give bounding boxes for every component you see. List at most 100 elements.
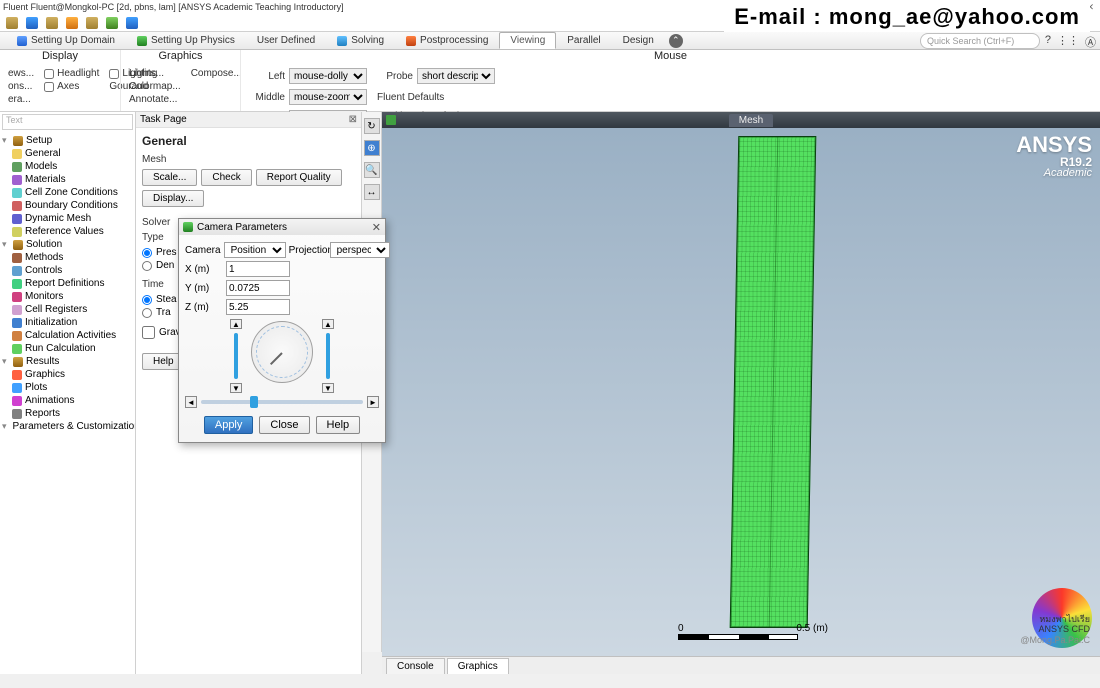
z-field[interactable]	[226, 299, 290, 315]
tree-dynamic-mesh[interactable]: Dynamic Mesh	[2, 212, 133, 225]
y-field[interactable]	[226, 280, 290, 296]
display-group-title: Display	[0, 50, 120, 62]
up-arrow-icon[interactable]: ▲	[322, 319, 334, 329]
grid-icon[interactable]	[106, 17, 118, 29]
tree-reference-values[interactable]: Reference Values	[2, 225, 133, 238]
down-arrow-icon[interactable]: ▼	[322, 383, 334, 393]
tree-cell-zone-conditions[interactable]: Cell Zone Conditions	[2, 186, 133, 199]
tree-initialization[interactable]: Initialization	[2, 316, 133, 329]
dialog-title: Camera Parameters	[197, 222, 287, 233]
tree-parameters-customization[interactable]: ▾Parameters & Customization	[2, 420, 133, 433]
dialog-close-icon[interactable]: ✕	[372, 221, 381, 234]
compose-link[interactable]: Compose...	[191, 68, 242, 79]
email-overlay: E-mail : mong_ae@yahoo.com	[724, 2, 1090, 32]
dialog-help-button[interactable]: Help	[316, 416, 361, 434]
options-link[interactable]: ons...	[8, 81, 34, 92]
tree-models[interactable]: Models	[2, 160, 133, 173]
camera-select[interactable]: Position	[224, 242, 286, 258]
mesh-icon	[386, 115, 396, 125]
left-arrow-icon[interactable]: ◄	[185, 396, 197, 408]
rotate-icon[interactable]: ↻	[364, 118, 380, 134]
prefs-icon[interactable]: ⋮⋮	[1057, 34, 1079, 50]
tree-controls[interactable]: Controls	[2, 264, 133, 277]
tree-solution[interactable]: ▾Solution	[2, 238, 133, 251]
tree-run-calculation[interactable]: Run Calculation	[2, 342, 133, 355]
collapse-ribbon-icon[interactable]: ⌃	[669, 34, 683, 48]
display-button[interactable]: Display...	[142, 190, 204, 207]
tab-setting-up-domain[interactable]: Setting Up Domain	[6, 32, 126, 49]
down-arrow-icon[interactable]: ▼	[230, 383, 242, 393]
tree-setup[interactable]: ▾Setup	[2, 134, 133, 147]
tree-results[interactable]: ▾Results	[2, 355, 133, 368]
graphics-viewport[interactable]: ANSYS R19.2 Academic 00.5 (m) หมงพาไปเรี…	[382, 128, 1100, 656]
pan-icon[interactable]: ↔	[364, 184, 380, 200]
console-tab[interactable]: Console	[386, 658, 445, 674]
open-icon[interactable]	[26, 17, 38, 29]
tree-filter[interactable]: Text	[2, 114, 133, 130]
help-icon[interactable]: ?	[1045, 34, 1051, 50]
viewport-tab[interactable]: Mesh	[729, 114, 773, 127]
apply-button[interactable]: Apply	[204, 416, 254, 434]
tab-postprocessing[interactable]: Postprocessing	[395, 32, 499, 49]
post-icon	[406, 36, 416, 46]
zoom-slider[interactable]: ◄ ►	[185, 396, 379, 408]
probe-select[interactable]: short description	[417, 68, 495, 84]
tab-user-defined[interactable]: User Defined	[246, 32, 326, 49]
fluent-defaults-link[interactable]: Fluent Defaults	[377, 92, 495, 103]
scale-button[interactable]: Scale...	[142, 169, 197, 186]
right-arrow-icon[interactable]: ►	[367, 396, 379, 408]
lights-link[interactable]: Lights...	[129, 68, 181, 79]
tab-solving[interactable]: Solving	[326, 32, 395, 49]
outline-tree: Text ▾SetupGeneralModelsMaterialsCell Zo…	[0, 112, 136, 674]
tab-design[interactable]: Design	[612, 32, 665, 49]
colormap-link[interactable]: Colormap...	[129, 81, 181, 92]
check-button[interactable]: Check	[201, 169, 251, 186]
views-link[interactable]: ews...	[8, 68, 34, 79]
sol-icon	[337, 36, 347, 46]
annotate-link[interactable]: Annotate...	[129, 94, 181, 105]
phy-icon	[137, 36, 147, 46]
tree-report-definitions[interactable]: Report Definitions	[2, 277, 133, 290]
report-quality-button[interactable]: Report Quality	[256, 169, 342, 186]
flame-icon[interactable]	[66, 17, 78, 29]
zoom-icon[interactable]: 🔍	[364, 162, 380, 178]
task-page-title: Task Page	[140, 114, 187, 125]
headlight-checkbox[interactable]: Headlight	[44, 68, 99, 79]
camera-link[interactable]: era...	[8, 94, 34, 105]
tree-reports[interactable]: Reports	[2, 407, 133, 420]
tree-cell-registers[interactable]: Cell Registers	[2, 303, 133, 316]
axes-checkbox[interactable]: Axes	[44, 81, 99, 92]
tab-parallel[interactable]: Parallel	[556, 32, 611, 49]
search-input[interactable]: Quick Search (Ctrl+F)	[920, 33, 1040, 49]
close-button[interactable]: Close	[259, 416, 309, 434]
undo-icon[interactable]	[86, 17, 98, 29]
x-field[interactable]	[226, 261, 290, 277]
save-icon[interactable]	[46, 17, 58, 29]
rotation-dial[interactable]	[251, 321, 313, 383]
ansys-icon[interactable]: Ⓐ	[1085, 34, 1096, 50]
up-arrow-icon[interactable]: ▲	[230, 319, 242, 329]
fit-icon[interactable]: ⊕	[364, 140, 380, 156]
left-vslider[interactable]: ▲▼	[229, 319, 243, 393]
tree-calculation-activities[interactable]: Calculation Activities	[2, 329, 133, 342]
right-vslider[interactable]: ▲▼	[321, 319, 335, 393]
tab-viewing[interactable]: Viewing	[499, 32, 556, 49]
graphics-tab[interactable]: Graphics	[447, 658, 509, 674]
scale-bar: 00.5 (m)	[678, 623, 828, 640]
tree-plots[interactable]: Plots	[2, 381, 133, 394]
tree-graphics[interactable]: Graphics	[2, 368, 133, 381]
mouse-middle-select[interactable]: mouse-zoom	[289, 89, 367, 105]
file-icon[interactable]	[6, 17, 18, 29]
tree-general[interactable]: General	[2, 147, 133, 160]
tree-monitors[interactable]: Monitors	[2, 290, 133, 303]
tree-materials[interactable]: Materials	[2, 173, 133, 186]
tree-methods[interactable]: Methods	[2, 251, 133, 264]
tree-boundary-conditions[interactable]: Boundary Conditions	[2, 199, 133, 212]
projection-select[interactable]: perspective	[330, 242, 390, 258]
info-icon[interactable]	[126, 17, 138, 29]
camera-parameters-dialog: Camera Parameters ✕ Camera Position Proj…	[178, 218, 386, 443]
tab-setting-up-physics[interactable]: Setting Up Physics	[126, 32, 246, 49]
mouse-left-select[interactable]: mouse-dolly	[289, 68, 367, 84]
task-close-icon[interactable]: ⊠	[349, 114, 357, 125]
tree-animations[interactable]: Animations	[2, 394, 133, 407]
